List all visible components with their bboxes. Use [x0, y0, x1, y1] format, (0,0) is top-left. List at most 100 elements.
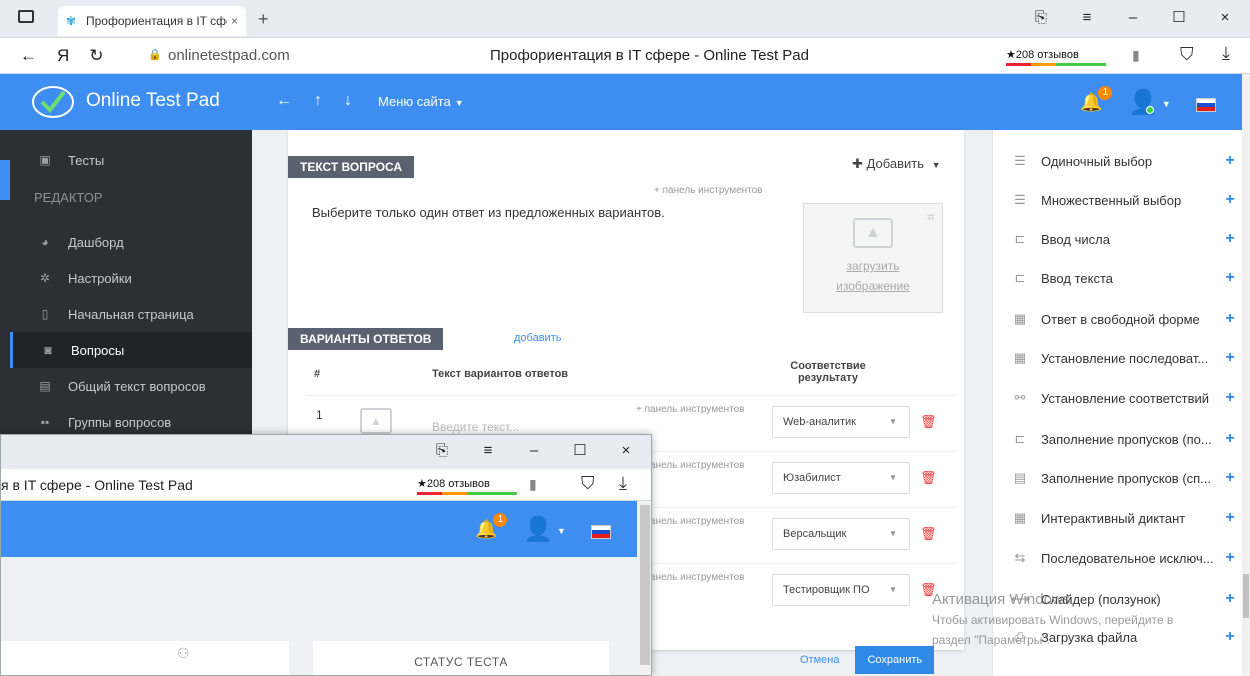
result-select[interactable]: Тестировщик ПО ▼ [772, 574, 910, 606]
lock-icon[interactable]: 🔒 [148, 48, 162, 61]
add-answer-link[interactable]: добавить [514, 332, 561, 344]
reviews-badge[interactable]: ★208 отзывов [1000, 45, 1112, 67]
qtype-number-input[interactable]: ⊏ Ввод числа + [1011, 220, 1237, 258]
plus-icon[interactable]: + [1223, 509, 1237, 527]
up-arrow-icon[interactable]: ↑ [314, 92, 322, 110]
trash-icon[interactable]: 🗑 [920, 470, 937, 486]
language-flag-icon[interactable] [1196, 98, 1216, 112]
qtype-gap-fill[interactable]: ⊏ Заполнение пропусков (по... + [1011, 420, 1237, 458]
upload-link-line1[interactable]: загрузить [804, 256, 942, 276]
plus-icon[interactable]: + [1223, 310, 1237, 328]
sidebar-item-common-text[interactable]: ▤ Общий текст вопросов [10, 368, 252, 404]
close-window-icon[interactable]: × [603, 439, 649, 463]
qtype-matching[interactable]: ⚯ Установление соответствий + [1011, 379, 1237, 417]
minimize-icon[interactable]: – [511, 439, 557, 463]
result-select[interactable]: Web-аналитик ▼ [772, 406, 910, 438]
plus-icon[interactable]: + [1223, 590, 1237, 608]
user-menu[interactable]: 👤 ▼ [523, 515, 566, 544]
back-icon[interactable]: ← [20, 46, 37, 66]
pin-icon[interactable]: ⎘ [419, 439, 465, 463]
result-select[interactable]: Версальщик ▼ [772, 518, 910, 550]
maximize-icon[interactable]: ☐ [1156, 6, 1202, 30]
qtype-dictation[interactable]: ▦ Интерактивный диктант + [1011, 499, 1237, 537]
user-menu[interactable]: 👤 ▼ [1128, 88, 1171, 117]
bookmark-icon[interactable]: ▮ [1132, 47, 1140, 64]
page-scrollbar[interactable] [1242, 74, 1250, 676]
qtype-single-choice[interactable]: ☰ Одиночный выбор + [1011, 142, 1237, 180]
answer-input[interactable]: Введите текст... [432, 420, 519, 434]
qtype-text-input[interactable]: ⊏ Ввод текста + [1011, 259, 1237, 297]
browser-nav: ← Я ↻ [20, 46, 104, 66]
plus-icon[interactable]: + [1223, 549, 1237, 567]
book-icon: ▣ [39, 153, 51, 167]
scrollbar-thumb[interactable] [640, 505, 650, 665]
sidebar-item-dashboard[interactable]: ◕ Дашборд [10, 224, 252, 260]
answer-image-icon[interactable]: ▲ [360, 408, 392, 434]
qtype-sequence[interactable]: ▦ Установление последоват... + [1011, 339, 1237, 377]
brand-name[interactable]: Online Test Pad [86, 90, 220, 112]
save-button[interactable]: Сохранить [855, 646, 935, 674]
question-text[interactable]: Выберите только один ответ из предложенн… [312, 205, 665, 220]
url-host[interactable]: onlinetestpad.com [168, 47, 290, 64]
qtype-multi-choice[interactable]: ☰ Множественный выбор + [1011, 181, 1237, 219]
sidebar-item-tests[interactable]: ▣ Тесты [10, 142, 252, 178]
reload-icon[interactable]: ↻ [89, 46, 103, 66]
upload-link-line2[interactable]: изображение [804, 276, 942, 296]
language-flag-icon[interactable] [591, 525, 611, 539]
download-icon[interactable]: ⤓ [1222, 43, 1230, 64]
plus-icon[interactable]: + [1223, 191, 1237, 209]
answer-toolbar-toggle[interactable]: + панель инструментов [636, 460, 745, 471]
minimize-icon[interactable]: – [1110, 6, 1156, 30]
bookmark-icon[interactable]: ▮ [529, 476, 537, 493]
trash-icon[interactable]: 🗑 [920, 414, 937, 430]
image-upload-box[interactable]: ⌗ ▲ загрузить изображение [803, 203, 943, 313]
crop-icon[interactable]: ⌗ [927, 210, 934, 225]
tabs-overview-icon[interactable] [18, 10, 34, 23]
protect-icon[interactable]: ⛉ [1180, 44, 1194, 65]
new-tab-button[interactable]: + [258, 9, 269, 30]
back-arrow-icon[interactable]: ← [276, 92, 292, 110]
result-select[interactable]: Юзабилист ▼ [772, 462, 910, 494]
bell-icon[interactable]: 🔔 1 [1080, 86, 1113, 113]
menu-icon[interactable]: ≡ [1064, 6, 1110, 30]
answer-toolbar-toggle[interactable]: + панель инструментов [636, 516, 745, 527]
close-window-icon[interactable]: × [1202, 6, 1248, 30]
pin-icon[interactable]: ⎘ [1018, 6, 1064, 30]
qtype-gap-list[interactable]: ▤ Заполнение пропусков (сп... + [1011, 459, 1237, 497]
toolbar-toggle[interactable]: + панель инструментов [654, 185, 763, 196]
answer-num: 1 [316, 408, 323, 422]
plus-icon[interactable]: + [1223, 152, 1237, 170]
overlay-scrollbar[interactable] [637, 501, 651, 675]
sidebar-item-settings[interactable]: ✲ Настройки [10, 260, 252, 296]
trash-icon[interactable]: 🗑 [920, 526, 937, 542]
down-arrow-icon[interactable]: ↓ [344, 92, 352, 110]
menu-icon[interactable]: ≡ [465, 439, 511, 463]
logo-icon[interactable] [30, 82, 76, 122]
add-dropdown[interactable]: ✚ Добавить ▼ [852, 156, 941, 172]
answer-toolbar-toggle[interactable]: + панель инструментов [636, 572, 745, 583]
bell-icon[interactable]: 🔔 1 [475, 513, 508, 540]
notification-badge: 1 [493, 513, 508, 527]
answer-toolbar-toggle[interactable]: + панель инструментов [636, 404, 745, 415]
qtype-free-form[interactable]: ▦ Ответ в свободной форме + [1011, 300, 1237, 338]
cancel-button[interactable]: Отмена [800, 654, 839, 666]
tab-close-icon[interactable]: × [231, 14, 238, 28]
protect-icon[interactable]: ⛉ [581, 473, 595, 494]
plus-icon[interactable]: + [1223, 430, 1237, 448]
plus-icon[interactable]: + [1223, 469, 1237, 487]
maximize-icon[interactable]: ☐ [557, 439, 603, 463]
yandex-icon[interactable]: Я [57, 46, 69, 66]
download-icon[interactable]: ⤓ [619, 473, 627, 494]
plus-icon[interactable]: + [1223, 389, 1237, 407]
plus-icon[interactable]: + [1223, 349, 1237, 367]
sidebar-item-questions[interactable]: ◙ Вопросы [10, 332, 252, 368]
plus-icon[interactable]: + [1223, 628, 1237, 646]
plus-icon[interactable]: + [1223, 269, 1237, 287]
overlay-reviews-badge[interactable]: ★208 отзывов [411, 474, 523, 496]
browser-tab[interactable]: ✾ Профориентация в IT сфере × [58, 6, 246, 36]
site-menu[interactable]: Меню сайта ▼ [378, 94, 464, 109]
plus-icon[interactable]: + [1223, 230, 1237, 248]
sidebar-item-start-page[interactable]: ▯ Начальная страница [10, 296, 252, 332]
scrollbar-thumb[interactable] [1243, 574, 1249, 618]
qtype-exclusion[interactable]: ⇆ Последовательное исключ... + [1011, 539, 1237, 577]
